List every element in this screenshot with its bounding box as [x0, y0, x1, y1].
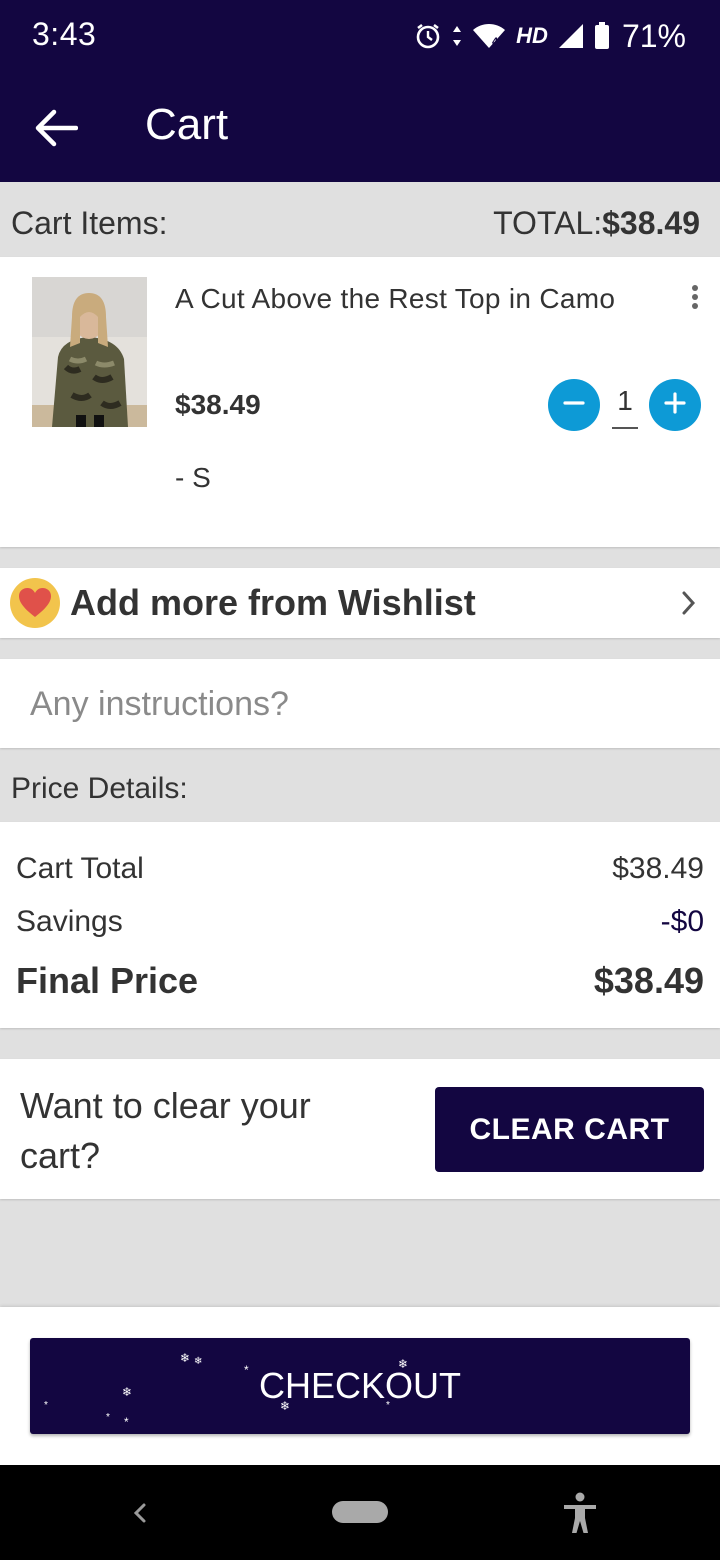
status-icons: 4 HD 71% — [414, 16, 686, 56]
cart-item-card: A Cut Above the Rest Top in Camo $38.49 … — [0, 257, 720, 547]
snowflake-icon: * — [124, 1415, 129, 1429]
cart-total-value: $38.49 — [612, 852, 704, 885]
chevron-right-icon — [680, 590, 698, 621]
checkout-button[interactable]: ❄ ❄ * ❄ * * * ❄ ❄ * CHECKOUT — [30, 1338, 690, 1434]
accessibility-icon[interactable] — [560, 1491, 600, 1535]
battery-icon — [594, 22, 610, 50]
data-arrows-icon — [452, 24, 462, 48]
snowflake-icon: ❄ — [122, 1385, 133, 1399]
snowflake-icon: ❄ — [180, 1351, 191, 1365]
cart-total-label: Cart Total — [16, 852, 144, 885]
snowflake-icon: * — [106, 1412, 110, 1423]
clear-cart-button[interactable]: CLEAR CART — [435, 1087, 704, 1172]
product-name[interactable]: A Cut Above the Rest Top in Camo — [175, 283, 615, 315]
add-from-wishlist-row[interactable]: Add more from Wishlist — [0, 568, 720, 638]
product-image[interactable] — [32, 277, 147, 427]
snowflake-icon: * — [244, 1363, 249, 1377]
checkout-label: CHECKOUT — [258, 1365, 461, 1406]
price-details-label: Price Details: — [11, 772, 188, 805]
total-value: $38.49 — [602, 205, 700, 241]
product-variant: - S — [175, 462, 211, 493]
cart-items-label: Cart Items: — [11, 205, 168, 241]
increase-quantity-button[interactable] — [649, 379, 701, 431]
page-title: Cart — [145, 100, 229, 149]
total-prefix: TOTAL: — [493, 205, 603, 241]
price-details-card: Cart Total $38.49 Savings -$0 Final Pric… — [0, 822, 720, 1028]
more-options-icon[interactable] — [688, 285, 702, 311]
arrow-left-icon — [34, 108, 79, 153]
plus-icon — [663, 391, 687, 420]
instructions-input[interactable] — [30, 677, 690, 731]
clear-cart-question: Want to clear your cart? — [20, 1085, 311, 1176]
wishlist-label: Add more from Wishlist — [70, 582, 476, 623]
svg-text:4: 4 — [492, 36, 499, 48]
system-navigation-bar — [0, 1465, 720, 1560]
heart-icon — [10, 578, 60, 628]
alarm-icon — [414, 22, 442, 50]
minus-icon — [562, 391, 586, 420]
quantity-field[interactable]: 1 — [612, 385, 638, 429]
clear-cart-card: Want to clear your cart? CLEAR CART — [0, 1059, 720, 1199]
snowflake-icon: * — [44, 1400, 48, 1411]
snowflake-icon: ❄ — [194, 1356, 203, 1367]
network-type-label: HD — [516, 23, 548, 48]
battery-percent: 71% — [621, 17, 686, 54]
checkout-bar: ❄ ❄ * ❄ * * * ❄ ❄ * CHECKOUT — [0, 1307, 720, 1465]
final-price-value: $38.49 — [593, 960, 704, 1001]
savings-label: Savings — [16, 905, 123, 938]
product-price: $38.49 — [175, 389, 261, 420]
wifi-icon: 4 — [472, 23, 506, 49]
cart-total-summary: TOTAL:$38.49 — [493, 205, 700, 242]
back-button[interactable] — [28, 102, 84, 158]
nav-back-icon[interactable] — [124, 1495, 154, 1531]
final-price-label: Final Price — [16, 960, 199, 1001]
instructions-card — [0, 659, 720, 748]
signal-icon — [558, 23, 584, 49]
nav-home-pill[interactable] — [332, 1501, 388, 1523]
decrease-quantity-button[interactable] — [548, 379, 600, 431]
savings-value: -$0 — [660, 905, 704, 938]
status-bar: 3:43 4 HD 71% — [0, 0, 720, 72]
app-bar: Cart — [0, 72, 720, 182]
status-time: 3:43 — [32, 16, 97, 52]
